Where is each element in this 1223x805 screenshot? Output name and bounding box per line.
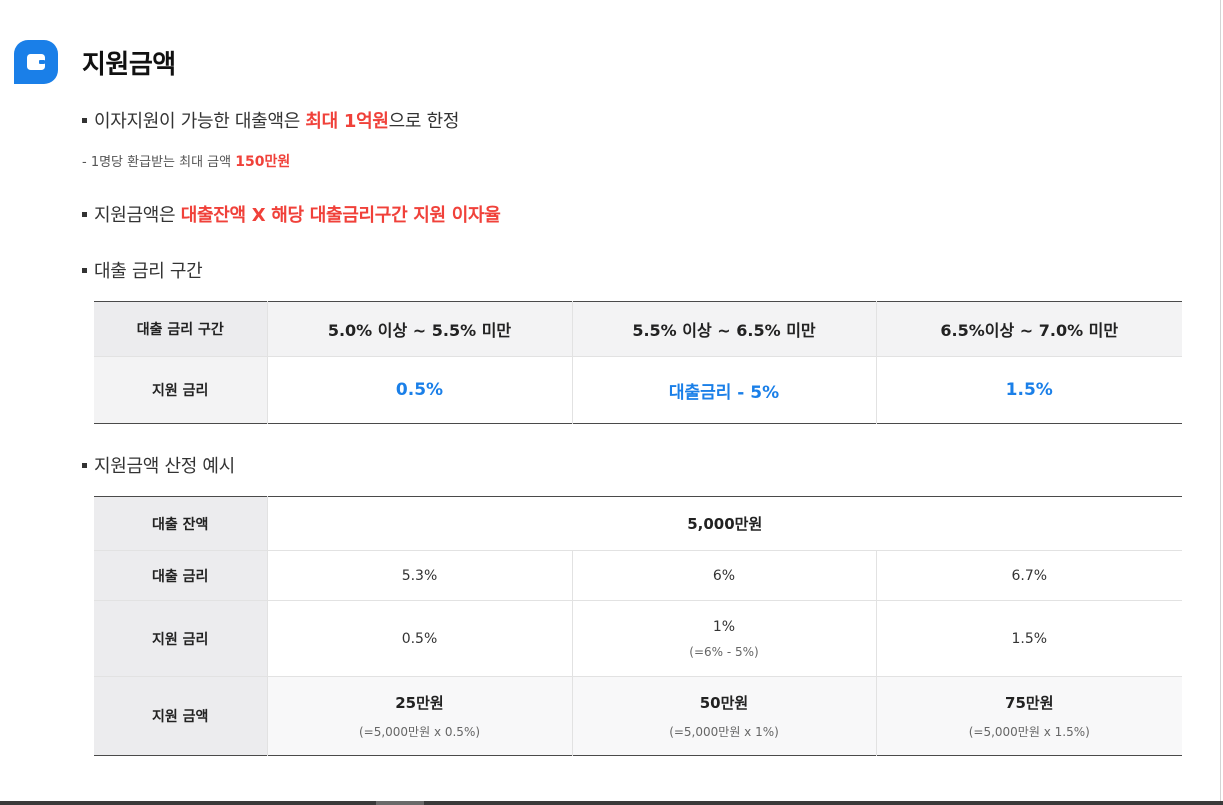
support-amount-cell: 75만원 (=5,000만원 x 1.5%): [875, 676, 1183, 756]
support-rate-example-label: 지원 금리: [94, 600, 267, 677]
support-amount-label: 지원 금액: [94, 676, 267, 756]
bullet-loan-limit: 이자지원이 가능한 대출액은 최대 1억원으로 한정: [82, 107, 459, 133]
balance-row: 대출 잔액 5,000만원: [94, 496, 1183, 551]
support-amount-note: (=5,000만원 x 1.5%): [968, 725, 1090, 739]
rate-range-cell: 5.0% 이상 ~ 5.5% 미만: [266, 301, 572, 357]
bottom-scrollbar[interactable]: [0, 801, 1223, 805]
rate-range-table: 대출 금리 구간 5.0% 이상 ~ 5.5% 미만 5.5% 이상 ~ 6.5…: [94, 301, 1182, 424]
example-table: 대출 잔액 5,000만원 대출 금리 5.3% 6% 6.7% 지원 금리 0…: [94, 496, 1183, 756]
rate-range-header-row: 대출 금리 구간 5.0% 이상 ~ 5.5% 미만 5.5% 이상 ~ 6.5…: [94, 301, 1182, 357]
bullet-formula: 지원금액은 대출잔액 X 해당 대출금리구간 지원 이자율: [82, 201, 501, 227]
loan-rate-cell: 5.3%: [266, 550, 572, 601]
support-amount-cell: 25만원 (=5,000만원 x 0.5%): [266, 676, 572, 756]
bullet-loan-limit-suffix: 으로 한정: [388, 111, 460, 132]
support-rate-value: 0.5%: [401, 630, 438, 647]
support-rate-note: (=6% - 5%): [689, 644, 759, 659]
support-rate-cell: 0.5%: [266, 356, 572, 424]
rate-range-cell: 6.5%이상 ~ 7.0% 미만: [875, 301, 1182, 357]
refund-limit-note: - 1명당 환급받는 최대 금액 150만원: [82, 151, 290, 171]
support-rate-row: 지원 금리 0.5% 대출금리 - 5% 1.5%: [94, 356, 1182, 424]
bullet-rate-section: 대출 금리 구간: [82, 257, 203, 283]
support-rate-cell: 대출금리 - 5%: [571, 356, 876, 424]
support-amount-value: 25만원: [395, 694, 444, 712]
support-amount-row: 지원 금액 25만원 (=5,000만원 x 0.5%) 50만원 (=5,000만…: [94, 676, 1183, 756]
section-title: 지원금액: [82, 50, 176, 80]
loan-rate-row: 대출 금리 5.3% 6% 6.7%: [94, 550, 1183, 601]
loan-rate-label: 대출 금리: [94, 550, 267, 601]
balance-label: 대출 잔액: [94, 496, 267, 551]
support-rate-cell: 1.5%: [875, 356, 1182, 424]
rate-range-header-label: 대출 금리 구간: [94, 301, 267, 357]
support-amount-note: (=5,000만원 x 0.5%): [358, 725, 481, 739]
support-rate-example-cell: 0.5%: [266, 600, 572, 677]
bullet-loan-limit-highlight: 최대 1억원: [305, 111, 389, 132]
support-amount-value: 50만원: [699, 694, 749, 712]
support-amount-value: 75만원: [1005, 694, 1054, 712]
support-rate-value: 1.5%: [1011, 630, 1048, 647]
support-rate-example-cell: 1.5%: [875, 600, 1183, 677]
support-amount-note: (=5,000만원 x 1%): [669, 725, 779, 739]
bullet-formula-text: 지원금액은: [94, 205, 181, 226]
loan-rate-cell: 6.7%: [875, 550, 1183, 601]
loan-rate-cell: 6%: [571, 550, 876, 601]
balance-value: 5,000만원: [266, 496, 1183, 551]
support-rate-example-row: 지원 금리 0.5% 1% (=6% - 5%) 1.5%: [94, 600, 1183, 677]
refund-limit-highlight: 150만원: [235, 154, 291, 170]
wallet-icon: [14, 40, 58, 84]
bullet-formula-highlight: 대출잔액 X 해당 대출금리구간 지원 이자율: [180, 205, 501, 226]
support-rate-label: 지원 금리: [94, 356, 267, 424]
support-rate-value: 1%: [712, 618, 736, 635]
bullet-loan-limit-text: 이자지원이 가능한 대출액은: [94, 111, 306, 132]
rate-range-cell: 5.5% 이상 ~ 6.5% 미만: [571, 301, 876, 357]
bullet-example-section: 지원금액 산정 예시: [82, 452, 235, 478]
support-rate-example-cell: 1% (=6% - 5%): [571, 600, 876, 677]
scrollbar-thumb[interactable]: [376, 801, 424, 805]
page-right-border: [1220, 0, 1221, 805]
refund-limit-text: - 1명당 환급받는 최대 금액: [82, 155, 236, 170]
support-amount-cell: 50만원 (=5,000만원 x 1%): [571, 676, 876, 756]
